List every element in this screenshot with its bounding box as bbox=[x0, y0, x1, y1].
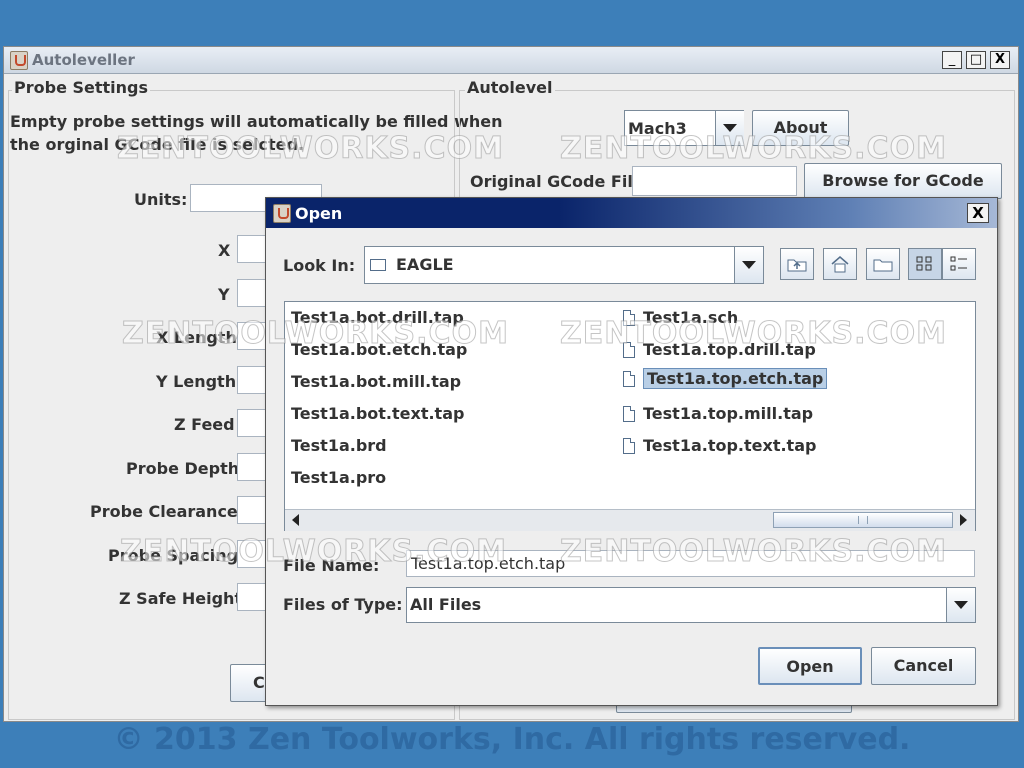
scroll-right-icon[interactable] bbox=[955, 512, 971, 528]
z-feed-label: Z Feed bbox=[174, 415, 235, 434]
file-icon bbox=[623, 341, 635, 358]
close-button[interactable]: X bbox=[990, 51, 1010, 69]
probe-note-line1: Empty probe settings will automatically … bbox=[10, 112, 503, 131]
new-folder-icon[interactable] bbox=[866, 248, 900, 280]
list-item[interactable]: Test1a.bot.mill.tap bbox=[291, 372, 461, 391]
list-item-selected[interactable]: Test1a.top.etch.tap bbox=[620, 368, 828, 389]
horizontal-scrollbar[interactable] bbox=[285, 509, 975, 531]
folder-icon bbox=[370, 259, 386, 271]
dialog-titlebar[interactable]: Open X bbox=[266, 198, 997, 228]
controller-select[interactable]: Mach3 bbox=[624, 110, 744, 146]
probe-action-button[interactable]: C bbox=[230, 664, 270, 702]
x-label: X bbox=[218, 241, 231, 260]
about-button[interactable]: About bbox=[752, 110, 849, 146]
file-name-label: File Name: bbox=[283, 556, 380, 575]
y-field[interactable] bbox=[237, 279, 267, 307]
z-safe-height-field[interactable] bbox=[237, 583, 267, 611]
home-icon[interactable] bbox=[823, 248, 857, 280]
chevron-down-icon[interactable] bbox=[715, 111, 744, 145]
maximize-button[interactable]: □ bbox=[966, 51, 986, 69]
details-view-icon[interactable] bbox=[942, 248, 976, 280]
main-window-title: Autoleveller bbox=[32, 51, 135, 69]
open-button[interactable]: Open bbox=[758, 647, 862, 685]
file-type-value: All Files bbox=[410, 595, 482, 614]
file-name-input[interactable]: Test1a.top.etch.tap bbox=[406, 550, 975, 577]
z-safe-height-label: Z Safe Height bbox=[119, 589, 243, 608]
java-app-icon bbox=[10, 51, 28, 70]
probe-settings-title: Probe Settings bbox=[12, 78, 151, 97]
file-icon bbox=[623, 437, 635, 454]
main-titlebar[interactable]: Autoleveller _ □ X bbox=[4, 47, 1018, 74]
autolevel-title: Autolevel bbox=[465, 78, 555, 97]
list-item[interactable]: Test1a.sch bbox=[623, 308, 738, 327]
y-label: Y bbox=[218, 285, 230, 304]
file-type-select[interactable]: All Files bbox=[406, 587, 976, 623]
chevron-down-icon[interactable] bbox=[734, 247, 763, 283]
controller-select-value: Mach3 bbox=[628, 119, 687, 138]
list-item[interactable]: Test1a.pro bbox=[291, 468, 386, 487]
x-field[interactable] bbox=[237, 235, 267, 263]
scroll-left-icon[interactable] bbox=[287, 512, 303, 528]
look-in-label: Look In: bbox=[283, 256, 356, 275]
java-app-icon bbox=[273, 204, 291, 223]
file-list[interactable]: Test1a.bot.drill.tap Test1a.bot.etch.tap… bbox=[284, 301, 976, 531]
gcode-file-label: Original GCode File bbox=[470, 172, 644, 191]
probe-clearance-label: Probe Clearance bbox=[90, 502, 238, 521]
list-item[interactable]: Test1a.top.drill.tap bbox=[623, 340, 816, 359]
copyright-text: © 2013 Zen Toolworks, Inc. All rights re… bbox=[113, 722, 911, 757]
x-length-label: X Length bbox=[156, 328, 237, 347]
probe-clearance-field[interactable] bbox=[237, 496, 267, 524]
file-icon bbox=[623, 405, 635, 422]
y-length-field[interactable] bbox=[237, 366, 267, 394]
open-dialog: Open X Look In: EAGLE Test1a.bot.drill.t… bbox=[265, 197, 998, 706]
chevron-down-icon[interactable] bbox=[946, 588, 975, 622]
look-in-select[interactable]: EAGLE bbox=[364, 246, 764, 284]
list-item[interactable]: Test1a.brd bbox=[291, 436, 387, 455]
browse-gcode-button[interactable]: Browse for GCode bbox=[804, 163, 1002, 199]
file-type-label: Files of Type: bbox=[283, 595, 403, 614]
gcode-file-field[interactable] bbox=[632, 166, 797, 196]
probe-depth-label: Probe Depth bbox=[126, 459, 240, 478]
probe-spacing-label: Probe Spacing bbox=[108, 546, 239, 565]
dialog-close-button[interactable]: X bbox=[967, 203, 989, 223]
list-item[interactable]: Test1a.top.text.tap bbox=[623, 436, 816, 455]
list-item[interactable]: Test1a.bot.drill.tap bbox=[291, 308, 464, 327]
list-item[interactable]: Test1a.bot.etch.tap bbox=[291, 340, 467, 359]
z-feed-field[interactable] bbox=[237, 409, 267, 437]
units-label: Units: bbox=[134, 190, 188, 209]
up-folder-icon[interactable] bbox=[780, 248, 814, 280]
scrollbar-thumb[interactable] bbox=[773, 512, 953, 528]
probe-note-line2: the orginal GCode file is selcted. bbox=[10, 135, 304, 154]
x-length-field[interactable] bbox=[237, 322, 267, 350]
dialog-title: Open bbox=[295, 204, 343, 223]
list-view-icon[interactable] bbox=[908, 248, 942, 280]
list-item[interactable]: Test1a.top.mill.tap bbox=[623, 404, 813, 423]
look-in-value: EAGLE bbox=[396, 255, 454, 274]
y-length-label: Y Length bbox=[156, 372, 237, 391]
probe-spacing-field[interactable] bbox=[237, 540, 267, 568]
probe-depth-field[interactable] bbox=[237, 453, 267, 481]
file-icon bbox=[623, 309, 635, 326]
list-item[interactable]: Test1a.bot.text.tap bbox=[291, 404, 464, 423]
cancel-button[interactable]: Cancel bbox=[871, 647, 976, 685]
minimize-button[interactable]: _ bbox=[942, 51, 962, 69]
file-icon bbox=[623, 370, 635, 387]
